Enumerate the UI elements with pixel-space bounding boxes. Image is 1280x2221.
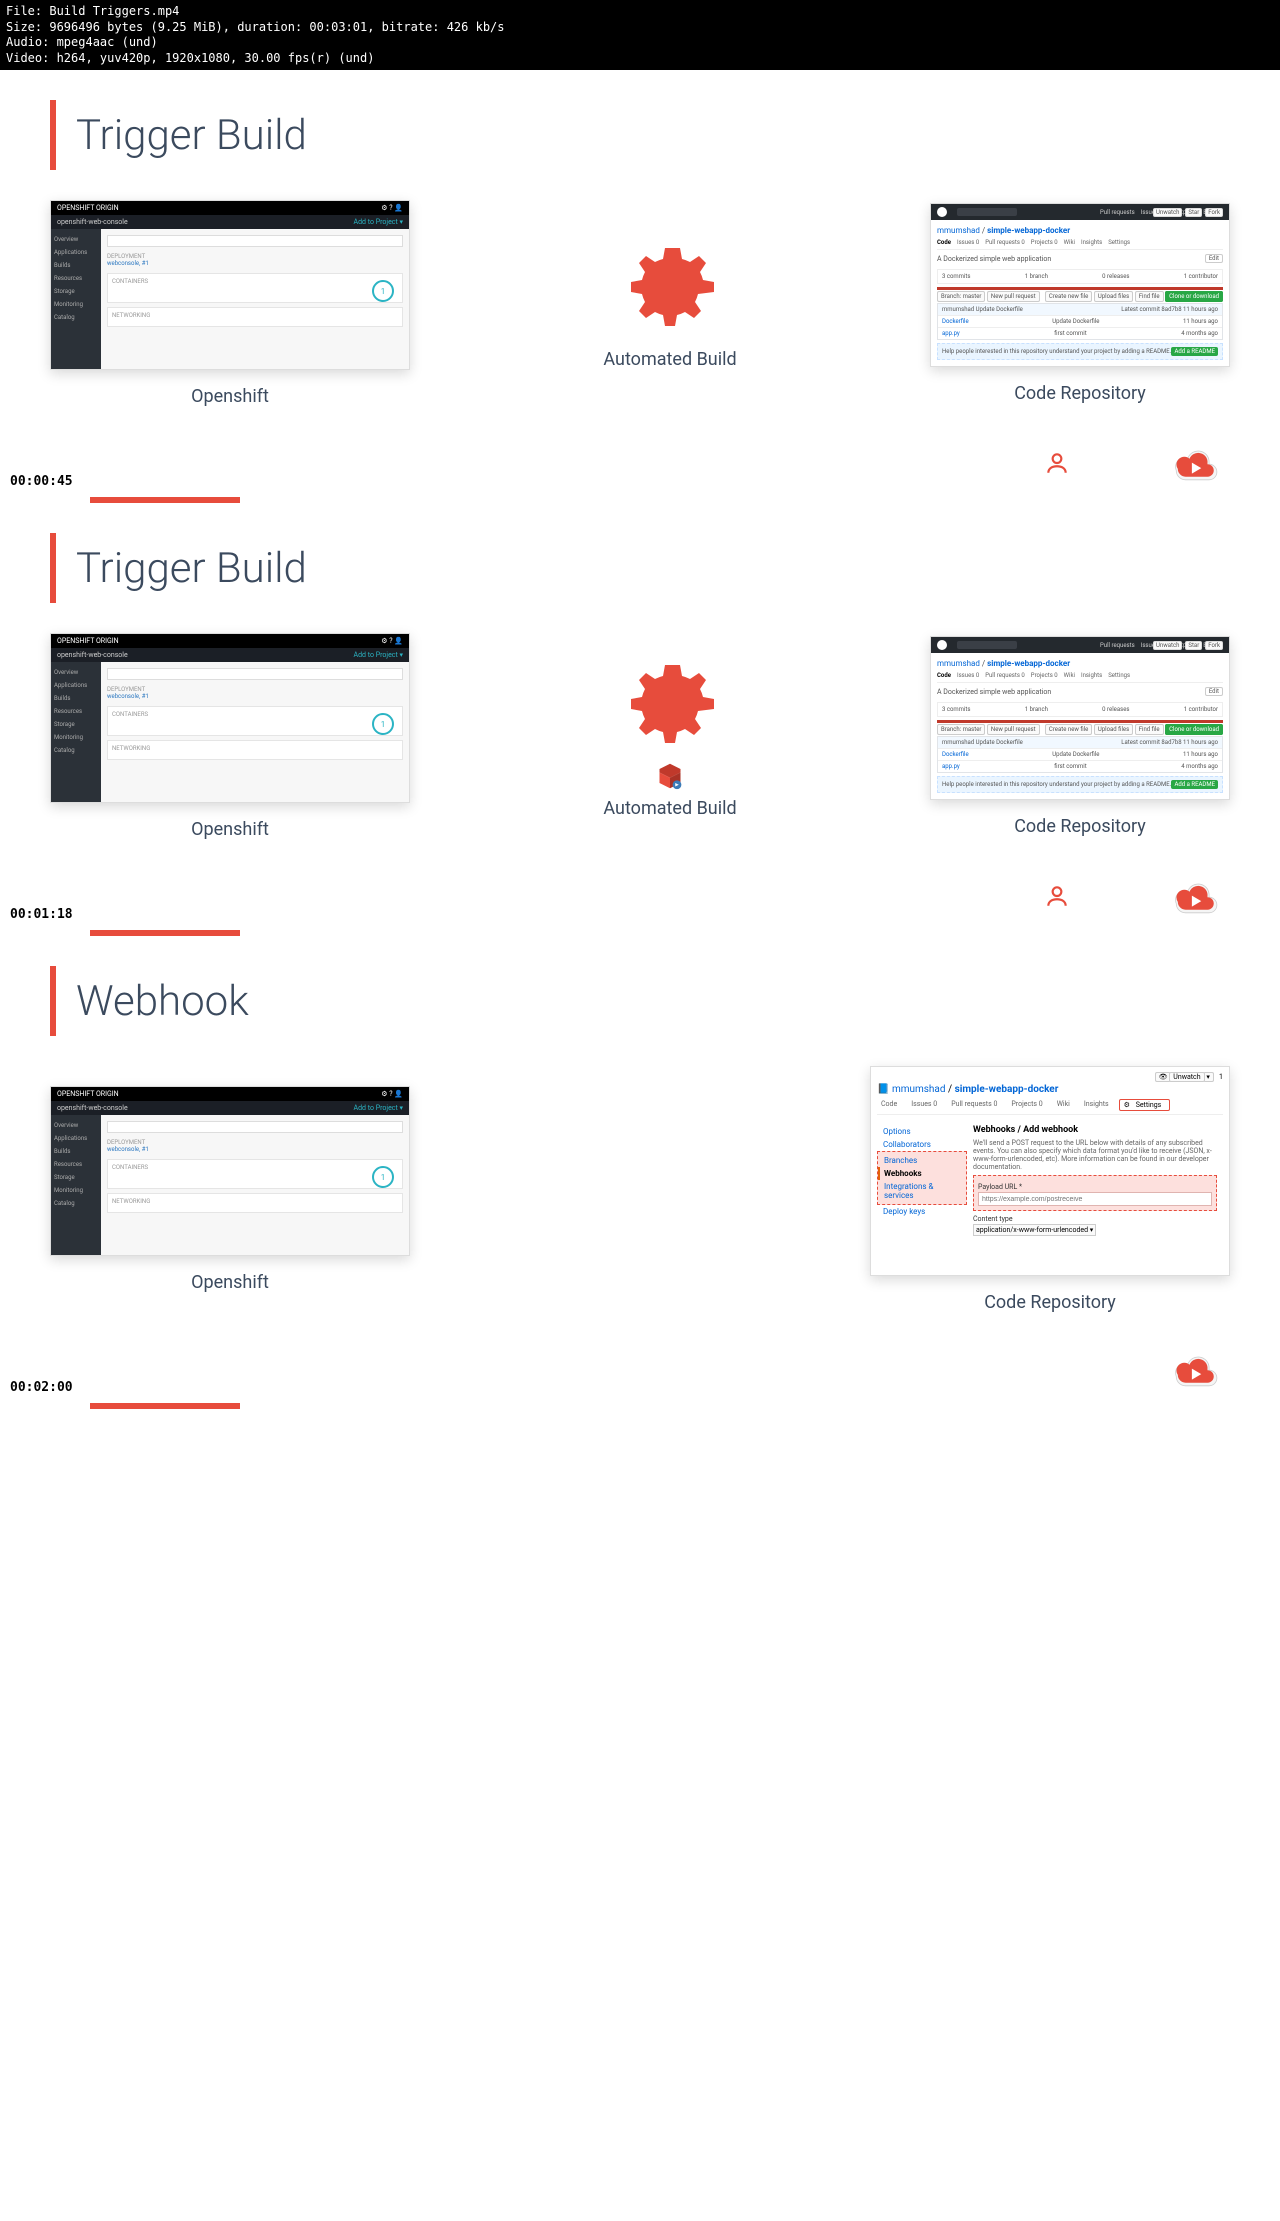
title-accent-bar: [50, 533, 56, 603]
panel-label-openshift: Openshift: [191, 1272, 269, 1293]
slide-trigger-build-1: Trigger Build OPENSHIFT ORIGIN⚙ ? 👤 open…: [0, 70, 1280, 493]
cloud-play-icon: [1170, 1353, 1220, 1389]
github-screenshot: Pull requestsIssuesMarketplaceExplore Un…: [930, 203, 1230, 367]
timestamp: 00:01:18: [10, 907, 73, 922]
panel-label-coderepo: Code Repository: [1014, 816, 1146, 837]
openshift-screenshot: OPENSHIFT ORIGIN⚙ ? 👤 openshift-web-cons…: [50, 200, 410, 370]
gear-icon: [620, 654, 720, 758]
panel-openshift: OPENSHIFT ORIGIN⚙ ? 👤 openshift-web-cons…: [50, 1086, 410, 1293]
gear-icon: [620, 237, 720, 341]
slide-title: Webhook: [76, 977, 249, 1026]
panel-openshift: OPENSHIFT ORIGIN⚙ ? 👤 openshift-web-cons…: [50, 633, 410, 840]
webhook-heading: Webhooks / Add webhook: [973, 1125, 1217, 1135]
timestamp: 00:02:00: [10, 1380, 73, 1395]
panel-label-openshift: Openshift: [191, 819, 269, 840]
video-metadata: File: Build Triggers.mp4 Size: 9696496 b…: [0, 0, 1280, 70]
meta-size: Size: 9696496 bytes (9.25 MiB), duration…: [6, 20, 1274, 36]
content-type-label: Content type: [973, 1215, 1217, 1223]
payload-url-input[interactable]: [978, 1192, 1212, 1206]
panel-label-coderepo: Code Repository: [1014, 383, 1146, 404]
openshift-screenshot: OPENSHIFT ORIGIN⚙ ? 👤 openshift-web-cons…: [50, 633, 410, 803]
payload-url-label: Payload URL *: [978, 1183, 1212, 1191]
meta-audio: Audio: mpeg4aac (und): [6, 35, 1274, 51]
panel-label-openshift: Openshift: [191, 386, 269, 407]
meta-video: Video: h264, yuv420p, 1920x1080, 30.00 f…: [6, 51, 1274, 67]
cloud-play-icon: [1170, 447, 1220, 483]
title-accent-bar: [50, 100, 56, 170]
progress-bar: [90, 1403, 240, 1409]
slide-title: Trigger Build: [76, 111, 307, 160]
panel-github-webhook: 👁 Unwatch ▾ 1 📘 mmumshad / simple-webapp…: [870, 1066, 1230, 1313]
openshift-screenshot: OPENSHIFT ORIGIN⚙ ? 👤 openshift-web-cons…: [50, 1086, 410, 1256]
package-box-icon: [656, 762, 684, 790]
slide-title: Trigger Build: [76, 544, 307, 593]
cloud-play-icon: [1170, 880, 1220, 916]
webhook-description: We'll send a POST request to the URL bel…: [973, 1139, 1217, 1171]
github-screenshot: Pull requestsIssuesMarketplaceExplore Un…: [930, 636, 1230, 800]
meta-file: File: Build Triggers.mp4: [6, 4, 1274, 20]
panel-automated-build: Automated Build: [603, 237, 736, 370]
github-webhook-screenshot: 👁 Unwatch ▾ 1 📘 mmumshad / simple-webapp…: [870, 1066, 1230, 1276]
slide-webhook: Webhook OPENSHIFT ORIGIN⚙ ? 👤 openshift-…: [0, 936, 1280, 1399]
content-type-select[interactable]: application/x-www-form-urlencoded ▾: [973, 1224, 1096, 1236]
panel-label-coderepo: Code Repository: [984, 1292, 1116, 1313]
user-icon: [1044, 448, 1070, 482]
label-automated-build: Automated Build: [603, 798, 736, 819]
slide-trigger-build-2: Trigger Build OPENSHIFT ORIGIN⚙ ? 👤 open…: [0, 503, 1280, 926]
timestamp: 00:00:45: [10, 474, 73, 489]
user-icon: [1044, 881, 1070, 915]
panel-openshift: OPENSHIFT ORIGIN⚙ ? 👤 openshift-web-cons…: [50, 200, 410, 407]
panel-github: Pull requestsIssuesMarketplaceExplore Un…: [930, 203, 1230, 404]
label-automated-build: Automated Build: [603, 349, 736, 370]
title-accent-bar: [50, 966, 56, 1036]
panel-github: Pull requestsIssuesMarketplaceExplore Un…: [930, 636, 1230, 837]
panel-automated-build: Automated Build: [603, 654, 736, 819]
